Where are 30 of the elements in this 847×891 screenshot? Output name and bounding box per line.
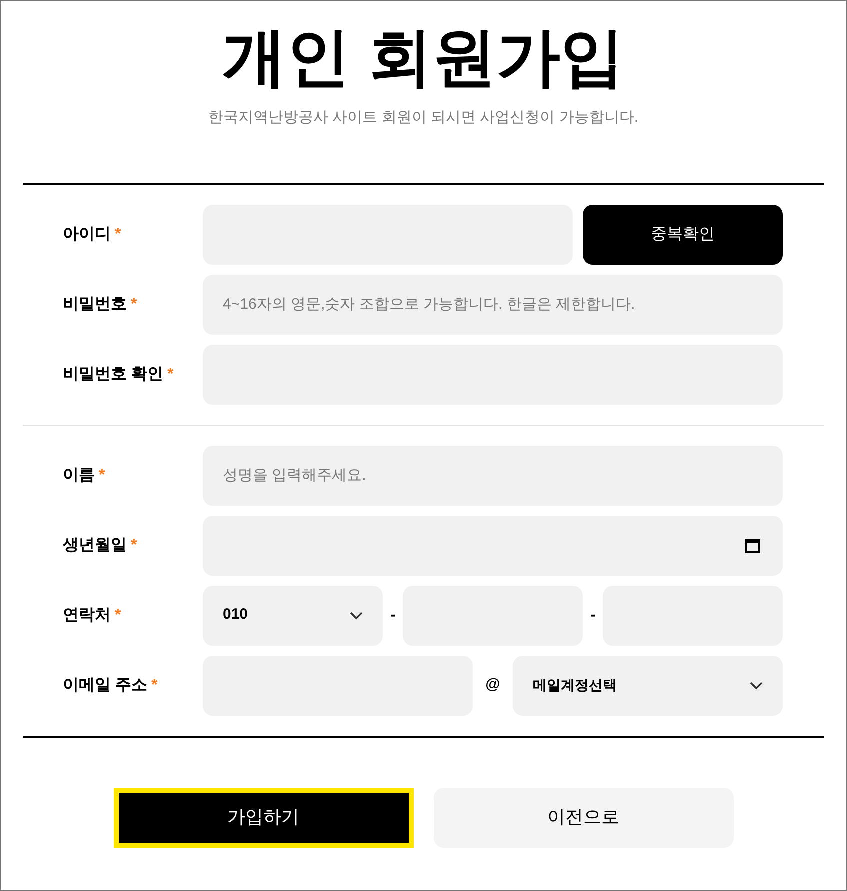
text-field[interactable]: 4~16자의 영문,숫자 조합으로 가능합니다. 한글은 제한합니다.	[203, 274, 783, 334]
required-mark: *	[115, 224, 122, 244]
field-label: 비밀번호	[63, 294, 127, 314]
field-label: 아이디	[63, 224, 111, 244]
email-domain-select[interactable]: 메일계정선택	[513, 656, 783, 716]
chevron-down-icon	[750, 682, 763, 690]
required-mark: *	[99, 466, 106, 486]
chevron-down-icon	[350, 612, 363, 620]
phone-prefix-select[interactable]: 010	[203, 586, 383, 646]
required-mark: *	[115, 606, 122, 626]
duplicate-check-button[interactable]: 중복확인	[583, 204, 783, 264]
required-mark: *	[167, 364, 174, 384]
back-button[interactable]: 이전으로	[434, 788, 734, 848]
required-mark: *	[131, 536, 138, 556]
text-field[interactable]: 성명을 입력해주세요.	[203, 446, 783, 506]
required-mark: *	[151, 676, 158, 696]
field-label: 비밀번호 확인	[63, 364, 164, 384]
field-label: 연락처	[63, 606, 111, 626]
field-label: 이름	[63, 466, 95, 486]
separator: -	[589, 606, 597, 626]
required-mark: *	[131, 294, 138, 314]
calendar-icon[interactable]	[745, 538, 761, 554]
page-title: 개인 회원가입	[222, 20, 624, 95]
subtitle: 한국지역난방공사 사이트 회원이 되시면 사업신청이 가능합니다.	[208, 108, 638, 128]
separator: -	[389, 606, 397, 626]
date-field[interactable]	[203, 516, 783, 576]
field-label: 생년월일	[63, 536, 127, 556]
signup-button[interactable]: 가입하기	[114, 788, 414, 848]
at-sign: @	[484, 675, 502, 696]
field-label: 이메일 주소	[63, 676, 148, 696]
